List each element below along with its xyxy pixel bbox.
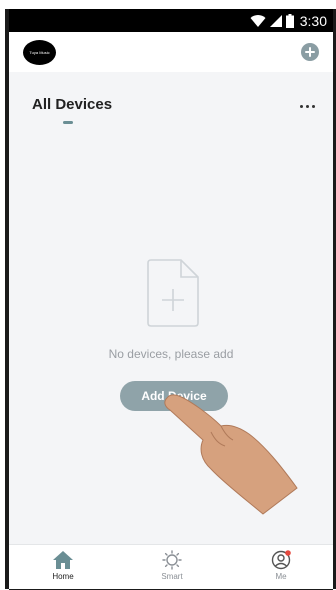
nav-home[interactable]: Home: [33, 550, 93, 589]
bottom-nav: Home Smart Me: [9, 544, 333, 589]
nav-me-label: Me: [275, 572, 287, 581]
brand-logo[interactable]: Tuya Music: [23, 40, 56, 65]
section-title[interactable]: All Devices: [32, 96, 112, 113]
app-header: Tuya Music: [9, 32, 333, 72]
wifi-icon: [250, 15, 266, 27]
battery-icon: [285, 13, 294, 28]
section-title-underline: [63, 121, 73, 124]
more-dots-icon: [300, 105, 303, 108]
status-icons: 3:30: [250, 12, 327, 29]
nav-smart-label: Smart: [161, 572, 183, 581]
nav-home-label: Home: [52, 572, 74, 581]
empty-state-message: No devices, please add: [108, 347, 234, 361]
phone-screen: 3:30 Tuya Music All Devices No devices, …: [9, 9, 333, 589]
home-icon: [53, 551, 73, 569]
sun-icon: [162, 550, 182, 570]
signal-icon: [269, 15, 282, 27]
brand-logo-text: Tuya Music: [29, 50, 50, 55]
more-dots-icon: [306, 105, 309, 108]
clock: 3:30: [299, 12, 327, 29]
add-device-top-button[interactable]: [301, 43, 319, 61]
nav-me[interactable]: Me: [251, 550, 311, 589]
plus-circle-icon: [305, 47, 315, 57]
more-options-button[interactable]: [300, 105, 315, 108]
nav-smart[interactable]: Smart: [142, 550, 202, 589]
pointing-hand-image: [164, 394, 298, 515]
profile-icon: [271, 550, 291, 570]
status-bar: 3:30: [9, 9, 333, 32]
notification-badge: [285, 550, 291, 556]
add-device-button[interactable]: Add Device: [120, 381, 228, 411]
more-dots-icon: [312, 105, 315, 108]
document-plus-icon: [147, 259, 199, 327]
